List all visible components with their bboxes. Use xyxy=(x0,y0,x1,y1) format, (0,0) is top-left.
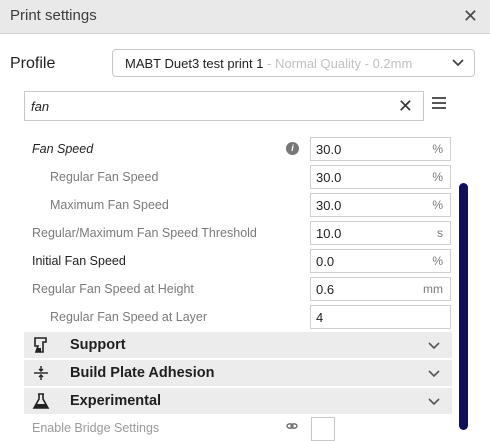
setting-label-bridge-settings: Enable Bridge Settings xyxy=(32,421,160,435)
bridge-settings-checkbox[interactable] xyxy=(311,417,335,441)
setting-value: 30.0 xyxy=(316,198,342,213)
category-label: Experimental xyxy=(70,393,162,409)
category-experimental[interactable]: Experimental xyxy=(24,388,452,414)
setting-label: Fan Speed xyxy=(32,142,94,156)
profile-dropdown[interactable]: MABT Duet3 test print 1 - Normal Quality… xyxy=(112,49,475,77)
setting-input[interactable]: 30.0 % xyxy=(310,137,451,161)
clear-icon[interactable]: ✕ xyxy=(398,96,413,117)
category-build-plate-adhesion[interactable]: Build Plate Adhesion xyxy=(24,360,452,386)
build-plate-adhesion-icon xyxy=(34,366,48,380)
setting-input[interactable]: 4 xyxy=(310,305,451,329)
window-title: Print settings xyxy=(10,7,97,24)
profile-label: Profile xyxy=(10,55,56,72)
category-support[interactable]: Support xyxy=(24,332,452,358)
setting-value: 0.0 xyxy=(316,254,335,269)
chevron-down-icon xyxy=(428,370,440,378)
setting-label: Initial Fan Speed xyxy=(32,254,126,268)
info-icon[interactable]: i xyxy=(286,142,299,155)
profile-quality: - Normal Quality - 0.2mm xyxy=(263,56,413,71)
category-label: Build Plate Adhesion xyxy=(70,365,215,381)
setting-value: 0.6 xyxy=(316,282,335,297)
setting-row-fan-speed-threshold: Regular/Maximum Fan Speed Threshold 10.0… xyxy=(24,220,452,246)
setting-input[interactable]: 0.0 % xyxy=(310,249,451,273)
setting-value: 30.0 xyxy=(316,142,342,157)
setting-unit: s xyxy=(437,226,443,240)
setting-unit: % xyxy=(432,198,443,212)
setting-row-initial-fan-speed: Initial Fan Speed 0.0 % xyxy=(24,248,452,274)
profile-name: MABT Duet3 test print 1 xyxy=(125,56,264,71)
setting-input[interactable]: 30.0 % xyxy=(310,193,451,217)
setting-row-fan-speed: Fan Speed i 30.0 % xyxy=(24,136,452,162)
chevron-down-icon xyxy=(428,398,440,406)
setting-label: Regular Fan Speed xyxy=(50,170,159,184)
chevron-down-icon xyxy=(428,342,440,350)
support-icon xyxy=(34,337,47,353)
setting-label: Maximum Fan Speed xyxy=(50,198,169,212)
setting-row-regular-fan-speed: Regular Fan Speed 30.0 % xyxy=(24,164,452,190)
setting-row-fan-speed-at-height: Regular Fan Speed at Height 0.6 mm xyxy=(24,276,452,302)
setting-unit: % xyxy=(432,170,443,184)
setting-input[interactable]: 10.0 s xyxy=(310,221,451,245)
close-icon[interactable]: ✕ xyxy=(463,6,478,27)
setting-value: 30.0 xyxy=(316,170,342,185)
search-field: ✕ xyxy=(24,91,424,121)
setting-unit: mm xyxy=(423,282,443,296)
scrollbar-thumb[interactable] xyxy=(459,183,468,430)
experimental-flask-icon xyxy=(32,393,50,409)
setting-input[interactable]: 30.0 % xyxy=(310,165,451,189)
profile-value: MABT Duet3 test print 1 - Normal Quality… xyxy=(125,56,412,71)
category-label: Support xyxy=(70,337,126,353)
setting-label: Regular Fan Speed at Layer xyxy=(50,310,208,324)
setting-unit: % xyxy=(432,142,443,156)
menu-icon[interactable] xyxy=(432,97,446,111)
title-bar: Print settings ✕ xyxy=(0,0,490,34)
setting-value: 10.0 xyxy=(316,226,342,241)
setting-row-maximum-fan-speed: Maximum Fan Speed 30.0 % xyxy=(24,192,452,218)
setting-value: 4 xyxy=(316,310,324,325)
chevron-down-icon xyxy=(452,59,464,67)
setting-label: Regular Fan Speed at Height xyxy=(32,282,194,296)
setting-label: Regular/Maximum Fan Speed Threshold xyxy=(32,226,257,240)
setting-input[interactable]: 0.6 mm xyxy=(310,277,451,301)
setting-row-fan-speed-at-layer: Regular Fan Speed at Layer 4 xyxy=(24,304,452,330)
search-input[interactable] xyxy=(31,99,371,114)
setting-unit: % xyxy=(432,254,443,268)
